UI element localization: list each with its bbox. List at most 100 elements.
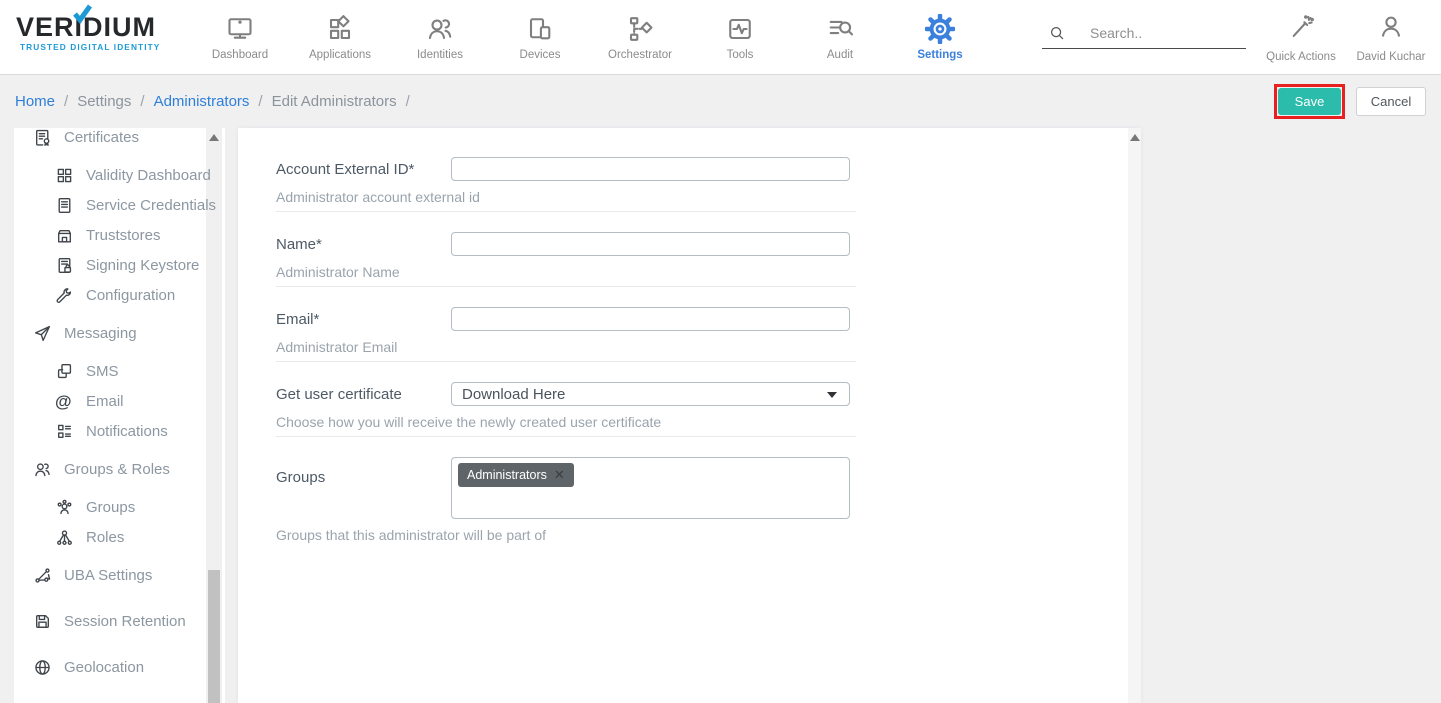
sidebar-item-signing-keystore[interactable]: Signing Keystore	[55, 250, 199, 280]
quick-actions-button[interactable]: Quick Actions	[1261, 0, 1341, 75]
user-icon	[1377, 13, 1405, 46]
sidebar-scrollbar-thumb[interactable]	[208, 570, 220, 703]
nav-item-dashboard[interactable]: Dashboard	[190, 0, 290, 75]
sidebar-item-label: Signing Keystore	[86, 257, 199, 274]
breadcrumb: Home/Settings/Administrators/Edit Admini…	[0, 93, 410, 110]
magic-wand-icon	[1287, 13, 1315, 46]
email-input[interactable]	[451, 307, 850, 331]
settings-icon	[925, 14, 955, 44]
grid-icon	[55, 166, 74, 185]
main-scrollbar[interactable]	[1128, 128, 1141, 703]
sidebar-item-roles[interactable]: Roles	[55, 522, 124, 552]
sidebar-item-label: Certificates	[64, 129, 139, 146]
get-user-certificate-select[interactable]: Download Here	[451, 382, 850, 406]
breadcrumb-home[interactable]: Home	[15, 93, 55, 110]
nav-item-audit[interactable]: Audit	[790, 0, 890, 75]
nav-item-identities[interactable]: Identities	[390, 0, 490, 75]
sidebar-item-certificates[interactable]: Certificates	[33, 128, 139, 152]
scroll-up-arrow-icon[interactable]	[1130, 134, 1140, 141]
search-input[interactable]	[1090, 25, 1230, 41]
route-pen-icon	[33, 566, 52, 585]
sidebar-item-notifications[interactable]: Notifications	[55, 416, 168, 446]
globe-icon	[33, 658, 52, 677]
breadcrumb-bar: Home/Settings/Administrators/Edit Admini…	[0, 75, 1441, 128]
sidebar-item-validity-dashboard[interactable]: Validity Dashboard	[55, 160, 211, 190]
identities-icon	[425, 14, 455, 44]
form-row-groups: GroupsAdministrators✕Groups that this ad…	[276, 457, 856, 549]
at-icon: @	[55, 392, 74, 411]
page-actions: Save Cancel	[1278, 87, 1441, 116]
settings-sidebar: Certificates Validity Dashboard Service Cr…	[14, 128, 225, 703]
groups-tag-input[interactable]: Administrators ✕	[451, 457, 850, 519]
field-helper: Groups that this administrator will be p…	[276, 527, 856, 543]
field-helper: Choose how you will receive the newly cr…	[276, 414, 856, 430]
tag-remove-icon[interactable]: ✕	[554, 467, 565, 483]
send-icon	[33, 324, 52, 343]
floppy-icon	[33, 612, 52, 631]
brand-name: VERIDIUM	[16, 12, 176, 42]
nav-item-label: Dashboard	[212, 49, 268, 61]
field-label: Email*	[276, 311, 451, 328]
sidebar-item-label: Groups	[86, 499, 135, 516]
sidebar-item-session-retention[interactable]: Session Retention	[33, 606, 186, 636]
check-icon	[71, 3, 93, 30]
group-icon	[55, 498, 74, 517]
breadcrumb-settings: Settings	[77, 93, 131, 110]
sidebar-item-label: Roles	[86, 529, 124, 546]
sidebar-item-sms[interactable]: SMS	[55, 356, 119, 386]
sidebar-item-service-credentials[interactable]: Service Credentials	[55, 190, 216, 220]
sidebar-item-groups-roles[interactable]: Groups & Roles	[33, 454, 170, 484]
user-name-label: David Kuchar	[1356, 51, 1425, 63]
sidebar-item-groups[interactable]: Groups	[55, 492, 135, 522]
select-value: Download Here	[462, 386, 565, 403]
field-label: Account External ID*	[276, 161, 451, 178]
breadcrumb-separator: /	[258, 93, 262, 110]
strongbox-icon	[55, 226, 74, 245]
top-nav-bar: VERIDIUM TRUSTED DIGITAL IDENTITY Dashbo…	[0, 0, 1441, 75]
sidebar-item-truststores[interactable]: Truststores	[55, 220, 160, 250]
nav-item-devices[interactable]: Devices	[490, 0, 590, 75]
save-button[interactable]: Save	[1278, 88, 1341, 115]
field-helper: Administrator account external id	[276, 189, 856, 205]
field-helper: Administrator Name	[276, 264, 856, 280]
sidebar-item-label: Geolocation	[64, 659, 144, 676]
tag-label: Administrators	[467, 468, 547, 482]
name-input[interactable]	[451, 232, 850, 256]
field-helper: Administrator Email	[276, 339, 856, 355]
sidebar-item-email[interactable]: @Email	[55, 386, 124, 416]
sidebar-item-messaging[interactable]: Messaging	[33, 318, 137, 348]
tools-icon	[725, 14, 755, 44]
form-row-name: Name* Administrator Name	[276, 232, 856, 287]
nav-item-orchestrator[interactable]: Orchestrator	[590, 0, 690, 75]
sidebar-item-label: Messaging	[64, 325, 137, 342]
form-row-account-external-id: Account External ID* Administrator accoun…	[276, 157, 856, 212]
dashboard-icon	[225, 14, 255, 44]
sidebar-item-label: Groups & Roles	[64, 461, 170, 478]
account-external-id-input[interactable]	[451, 157, 850, 181]
user-menu-button[interactable]: David Kuchar	[1349, 0, 1433, 75]
scroll-up-arrow-icon[interactable]	[209, 134, 219, 141]
form-row-email: Email* Administrator Email	[276, 307, 856, 362]
sidebar-item-uba-settings[interactable]: UBA Settings	[33, 560, 152, 590]
tag-administrators: Administrators ✕	[458, 463, 574, 487]
field-label: Name*	[276, 236, 451, 253]
sidebar-item-label: Service Credentials	[86, 197, 216, 214]
certificate-icon	[33, 128, 52, 147]
nav-item-settings[interactable]: Settings	[890, 0, 990, 75]
cancel-button[interactable]: Cancel	[1356, 87, 1426, 116]
nav-item-tools[interactable]: Tools	[690, 0, 790, 75]
veridium-logo[interactable]: VERIDIUM TRUSTED DIGITAL IDENTITY	[16, 12, 176, 52]
breadcrumb-separator: /	[406, 93, 410, 110]
nav-item-label: Devices	[520, 49, 561, 61]
breadcrumb-administrators[interactable]: Administrators	[154, 93, 250, 110]
nav-item-applications[interactable]: Applications	[290, 0, 390, 75]
breadcrumb-separator: /	[64, 93, 68, 110]
sidebar-item-label: UBA Settings	[64, 567, 152, 584]
applications-icon	[325, 14, 355, 44]
search-icon	[1048, 24, 1066, 42]
sidebar-item-label: Validity Dashboard	[86, 167, 211, 184]
sidebar-item-configuration[interactable]: Configuration	[55, 280, 175, 310]
sidebar-item-geolocation[interactable]: Geolocation	[33, 652, 144, 682]
sidebar-item-label: SMS	[86, 363, 119, 380]
field-label: Get user certificate	[276, 386, 451, 403]
